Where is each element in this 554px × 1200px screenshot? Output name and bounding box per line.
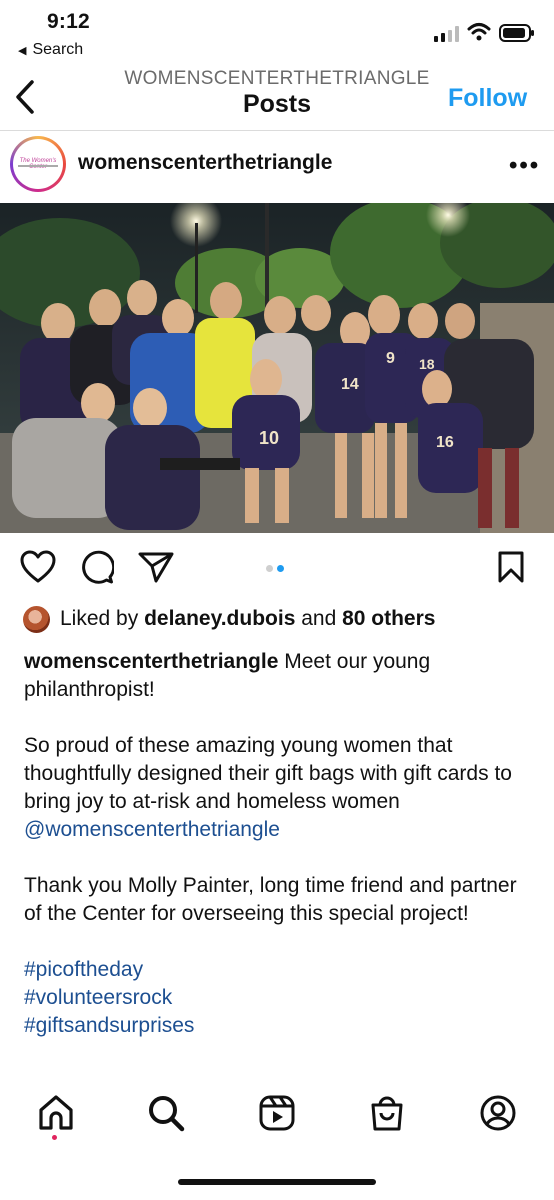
heart-icon[interactable] [20,550,56,584]
author-avatar[interactable]: The Women's Center [10,136,66,192]
home-icon[interactable] [36,1093,76,1133]
wifi-icon [467,23,491,41]
post-photo[interactable]: 9 14 10 16 18 [0,203,554,533]
likes-prefix: Liked by [60,607,145,630]
hashtag-link[interactable]: #picoftheday [24,956,534,984]
hashtag-list: #picoftheday #volunteersrock #giftsandsu… [24,956,534,1040]
back-to-app-link[interactable]: ◀ Search [18,41,83,59]
bookmark-icon[interactable] [497,550,525,584]
header-divider [0,130,554,131]
jersey-number: 10 [259,428,279,448]
home-notification-dot [52,1135,57,1140]
jersey-number: 16 [436,434,454,451]
hashtag-link[interactable]: #volunteersrock [24,984,534,1012]
avatar-brand-text: The Women's Center [19,158,57,170]
share-icon[interactable] [138,551,174,583]
search-icon[interactable] [146,1093,186,1133]
reels-icon[interactable] [257,1093,297,1133]
likes-middle: and [295,607,343,630]
shop-icon[interactable] [367,1093,407,1133]
likes-others-count[interactable]: 80 others [342,607,435,630]
profile-icon[interactable] [478,1093,518,1133]
home-indicator[interactable] [178,1179,376,1185]
follow-button[interactable]: Follow [448,84,527,113]
hashtag-link[interactable]: #giftsandsurprises [24,1012,534,1040]
post-caption: womenscenterthetriangle Meet our young p… [24,648,534,1040]
caption-paragraph: So proud of these amazing young women th… [24,734,512,813]
back-triangle-icon: ◀ [18,44,27,57]
caption-mention-link[interactable]: @womenscenterthetriangle [24,818,280,841]
liker-username[interactable]: delaney.dubois [144,607,295,630]
carousel-dots [266,565,284,572]
jersey-number: 9 [386,350,395,367]
comment-icon[interactable] [80,550,114,584]
ellipsis-icon[interactable]: ••• [509,152,540,180]
caption-username[interactable]: womenscenterthetriangle [24,650,278,673]
jersey-number: 14 [341,376,359,393]
author-username[interactable]: womenscenterthetriangle [78,151,332,175]
jersey-number: 18 [419,356,435,372]
likes-summary[interactable]: Liked by delaney.dubois and 80 others [60,607,435,631]
caption-paragraph: Thank you Molly Painter, long time frien… [24,874,517,925]
back-app-label: Search [32,41,84,58]
battery-icon [499,24,534,42]
status-time: 9:12 [47,10,90,33]
carousel-dot [266,565,273,572]
carousel-dot-active [277,565,284,572]
liker-avatar[interactable] [23,606,50,633]
tab-bar [0,1073,554,1200]
cellular-signal-icon [434,26,459,42]
